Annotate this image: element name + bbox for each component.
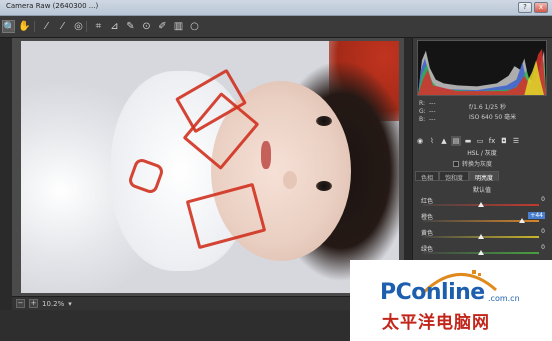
photo-eye <box>316 181 332 191</box>
g-label: G: <box>419 108 426 115</box>
status-bar: − + 10.2% ▾ <box>12 296 404 310</box>
photo-preview[interactable] <box>21 41 399 293</box>
slider-thumb[interactable] <box>478 250 484 255</box>
photo-nose <box>283 171 297 189</box>
spot-removal-tool[interactable]: ✎ <box>124 20 137 33</box>
tab-hsl-icon[interactable]: ▤ <box>451 136 461 146</box>
tab-saturation[interactable]: 饱和度 <box>439 171 470 182</box>
b-value: --- <box>429 116 436 123</box>
slider-thumb[interactable] <box>478 234 484 239</box>
checkbox-box[interactable] <box>453 160 459 167</box>
red-eye-tool[interactable]: ⊙ <box>140 20 153 33</box>
convert-grayscale-checkbox[interactable]: 转换为灰度 <box>453 159 492 168</box>
slider-thumb[interactable] <box>478 202 484 207</box>
help-button[interactable]: ? <box>518 2 532 13</box>
b-label: B: <box>419 116 426 123</box>
zoom-tool[interactable]: 🔍 <box>2 20 15 33</box>
radial-filter-tool[interactable]: ○ <box>188 20 201 33</box>
slider-thumb[interactable] <box>518 218 525 223</box>
toolbar-separator <box>86 21 87 32</box>
white-balance-tool[interactable]: ⁄ <box>40 20 53 33</box>
tab-luminance[interactable]: 明亮度 <box>469 171 500 182</box>
hand-tool[interactable]: ✋ <box>18 20 31 33</box>
zoom-in-button[interactable]: + <box>29 299 38 308</box>
slider-value[interactable]: 0 <box>541 196 545 203</box>
tab-basic-icon[interactable]: ◉ <box>415 136 425 146</box>
color-sampler-tool[interactable]: ⁄ <box>56 20 69 33</box>
g-value: --- <box>429 108 436 115</box>
graduated-filter-tool[interactable]: ▥ <box>172 20 185 33</box>
tab-camera-calibration-icon[interactable]: ◘ <box>499 136 509 146</box>
slider-row: 橙色 +44 <box>419 212 547 224</box>
panel-tabs: ◉ ⌇ ▲ ▤ ▬ ▭ fx ◘ ☰ <box>415 135 549 147</box>
zoom-out-button[interactable]: − <box>16 299 25 308</box>
preview-area <box>12 38 404 296</box>
exposure-info: f/1.6 1/25 秒 <box>469 104 506 111</box>
straighten-tool[interactable]: ⊿ <box>108 20 121 33</box>
tab-hue[interactable]: 色相 <box>415 171 440 182</box>
watermark-brand: PConline <box>380 280 485 305</box>
crop-tool[interactable]: ⌗ <box>92 20 105 33</box>
hsl-subtabs: 色相 饱和度 明亮度 <box>415 171 549 182</box>
tab-presets-icon[interactable]: ☰ <box>511 136 521 146</box>
r-label: R: <box>419 100 426 107</box>
camera-info: R: --- G: --- B: --- f/1.6 1/25 秒 ISO 64… <box>417 98 547 134</box>
convert-grayscale-label: 转换为灰度 <box>462 161 493 168</box>
window-controls: ? x <box>518 2 548 13</box>
slider-value[interactable]: +44 <box>528 212 545 219</box>
slider-row: 绿色 0 <box>419 244 547 256</box>
tab-detail-icon[interactable]: ▲ <box>439 136 449 146</box>
pconline-watermark: PConline .com.cn 太平洋电脑网 <box>350 260 552 341</box>
iso-info: ISO 640 50 毫米 <box>469 114 517 121</box>
r-value: --- <box>429 100 436 107</box>
tab-lens-icon[interactable]: ▭ <box>475 136 485 146</box>
default-button[interactable]: 默认值 <box>413 185 551 194</box>
photo-eye <box>316 116 332 126</box>
watermark-chinese: 太平洋电脑网 <box>382 313 490 333</box>
toolbar: 🔍 ✋ ⁄ ⁄ ◎ ⌗ ⊿ ✎ ⊙ ✐ ▥ ○ <box>0 16 552 38</box>
adjustment-brush-tool[interactable]: ✐ <box>156 20 169 33</box>
slider-row: 黄色 0 <box>419 228 547 240</box>
tab-tone-curve-icon[interactable]: ⌇ <box>427 136 437 146</box>
targeted-adjustment-tool[interactable]: ◎ <box>72 20 85 33</box>
zoom-dropdown-icon[interactable]: ▾ <box>68 300 72 308</box>
close-button[interactable]: x <box>534 2 548 13</box>
watermark-domain: .com.cn <box>488 294 520 303</box>
photo-lips <box>261 141 271 169</box>
slider-value[interactable]: 0 <box>541 228 545 235</box>
histogram <box>417 40 547 96</box>
window-title: Camera Raw (2640300 ...) <box>6 2 99 10</box>
slider-value[interactable]: 0 <box>541 244 545 251</box>
toolbar-separator <box>34 21 35 32</box>
title-bar: Camera Raw (2640300 ...) ? x <box>0 0 552 16</box>
tab-split-toning-icon[interactable]: ▬ <box>463 136 473 146</box>
tab-effects-icon[interactable]: fx <box>487 136 497 146</box>
section-title: HSL / 灰度 <box>467 150 497 157</box>
zoom-level[interactable]: 10.2% <box>42 300 64 308</box>
slider-row: 红色 0 <box>419 196 547 208</box>
